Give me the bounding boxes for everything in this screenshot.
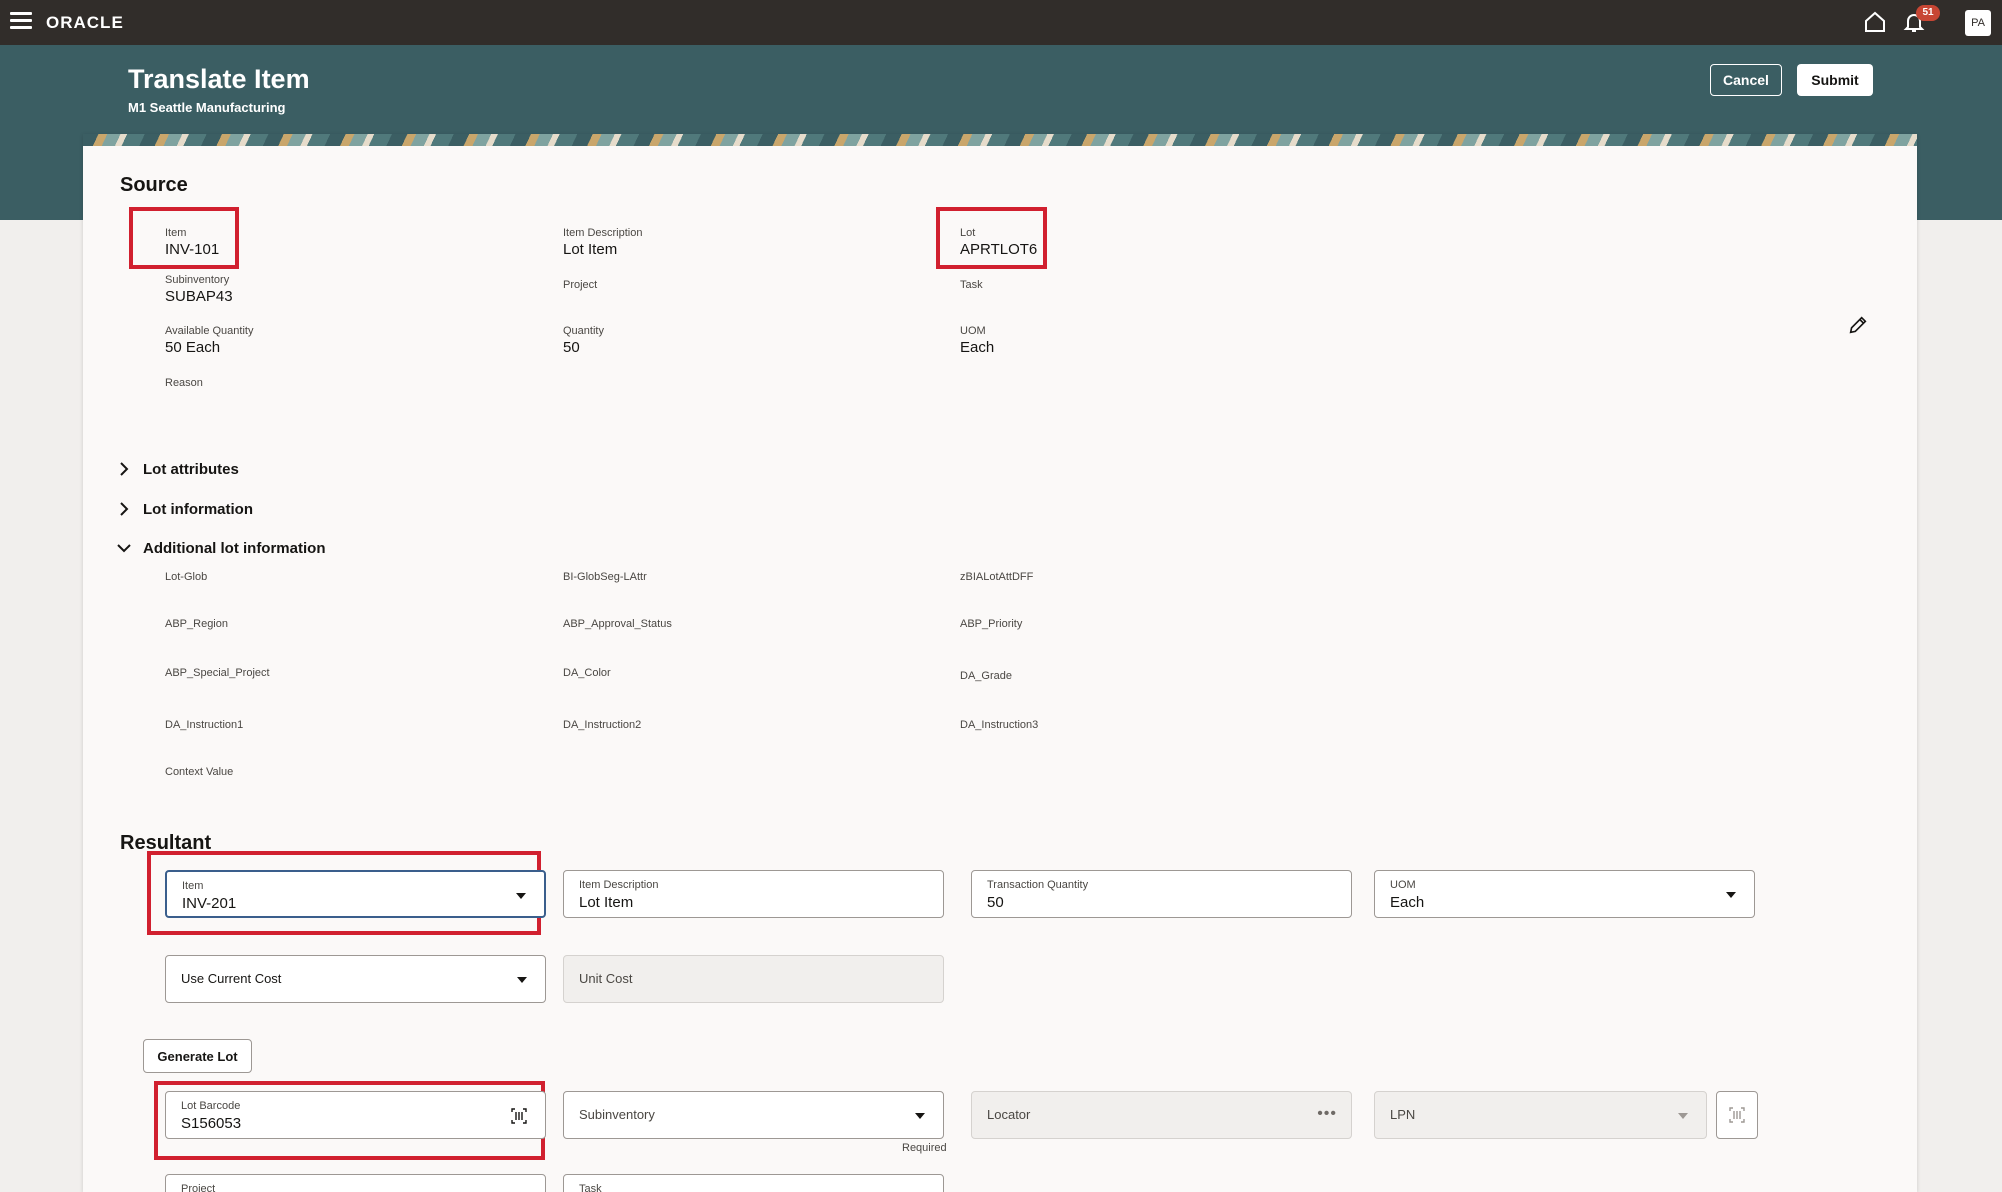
locator-field[interactable]: Locator •••	[971, 1091, 1352, 1139]
zbia-lot-att-label: zBIALotAttDFF	[960, 571, 1034, 583]
da-instruction3-label: DA_Instruction3	[960, 719, 1039, 731]
caret-down-icon[interactable]	[1726, 892, 1736, 898]
barcode-scan-icon	[1729, 1107, 1745, 1123]
source-lot-value: APRTLOT6	[960, 241, 1038, 258]
lot-barcode-field[interactable]: Lot Barcode S156053	[165, 1091, 546, 1139]
resultant-item-value: INV-201	[182, 895, 237, 912]
additional-lot-information-toggle[interactable]: Additional lot information	[115, 536, 325, 560]
unit-cost-field[interactable]: Unit Cost	[563, 955, 944, 1003]
cost-option-select[interactable]: Use Current Cost	[165, 955, 546, 1003]
resultant-item-description-label: Item Description	[579, 879, 659, 891]
source-lot-label: Lot	[960, 227, 976, 239]
resultant-uom-select[interactable]: UOM Each	[1374, 870, 1755, 918]
source-item-value: INV-101	[165, 241, 220, 258]
source-quantity-value: 50	[563, 339, 580, 356]
source-uom-label: UOM	[960, 325, 986, 337]
highlight-source-lot	[936, 207, 1047, 269]
resultant-uom-value: Each	[1390, 894, 1425, 911]
resultant-item-select[interactable]: Item INV-201	[165, 870, 546, 918]
lot-barcode-value: S156053	[181, 1115, 242, 1132]
source-item-description-value: Lot Item	[563, 241, 618, 258]
notification-badge[interactable]: 51	[1916, 5, 1940, 21]
source-reason-label: Reason	[165, 377, 203, 389]
resultant-item-label: Item	[182, 880, 204, 892]
resultant-item-description-field[interactable]: Item Description Lot Item	[563, 870, 944, 918]
source-available-quantity-value: 50 Each	[165, 339, 221, 356]
lpn-select[interactable]: LPN	[1374, 1091, 1707, 1139]
more-options-icon[interactable]: •••	[1317, 1105, 1337, 1123]
resultant-project-label: Project	[181, 1183, 216, 1192]
source-uom-value: Each	[960, 339, 995, 356]
home-icon[interactable]	[1863, 10, 1887, 34]
lpn-placeholder: LPN	[1390, 1107, 1416, 1122]
caret-down-icon[interactable]	[915, 1113, 925, 1119]
lot-information-toggle[interactable]: Lot information	[115, 497, 253, 521]
abp-special-project-label: ABP_Special_Project	[165, 667, 270, 679]
abp-region-label: ABP_Region	[165, 618, 228, 630]
lot-information-label: Lot information	[143, 500, 253, 518]
source-item-label: Item	[165, 227, 187, 239]
cost-option-value: Use Current Cost	[181, 971, 282, 986]
subinventory-required-note: Required	[902, 1142, 947, 1154]
da-grade-label: DA_Grade	[960, 670, 1012, 682]
lot-attributes-toggle[interactable]: Lot attributes	[115, 457, 239, 481]
locator-placeholder: Locator	[987, 1107, 1031, 1122]
source-item-description-label: Item Description	[563, 227, 643, 239]
source-available-quantity-label: Available Quantity	[165, 325, 254, 337]
source-subinventory-value: SUBAP43	[165, 288, 233, 305]
chevron-right-icon	[120, 462, 129, 476]
source-subinventory-label: Subinventory	[165, 274, 230, 286]
decorative-banner	[83, 134, 1917, 146]
transaction-quantity-value: 50	[987, 894, 1004, 911]
avatar[interactable]: PA	[1965, 10, 1991, 36]
content-card: Source Item INV-101 Item Description Lot…	[83, 134, 1917, 1192]
hamburger-menu-icon[interactable]	[10, 12, 32, 30]
top-bar: ORACLE 51 PA	[0, 0, 2002, 45]
source-quantity-label: Quantity	[563, 325, 604, 337]
pencil-edit-icon[interactable]	[1847, 314, 1869, 336]
chevron-down-icon	[117, 544, 131, 553]
subinventory-placeholder: Subinventory	[579, 1107, 655, 1122]
bi-globseg-label: BI-GlobSeg-LAttr	[563, 571, 647, 583]
caret-down-icon[interactable]	[517, 977, 527, 983]
page-subtitle: M1 Seattle Manufacturing	[128, 100, 286, 115]
caret-down-icon[interactable]	[1678, 1113, 1688, 1119]
resultant-task-field[interactable]: Task	[563, 1174, 944, 1192]
source-section-title: Source	[120, 174, 188, 196]
oracle-logo[interactable]: ORACLE	[46, 13, 124, 33]
da-instruction2-label: DA_Instruction2	[563, 719, 642, 731]
transaction-quantity-field[interactable]: Transaction Quantity 50	[971, 870, 1352, 918]
submit-button[interactable]: Submit	[1797, 64, 1873, 96]
generate-lot-button[interactable]: Generate Lot	[143, 1039, 252, 1073]
chevron-right-icon	[120, 502, 129, 516]
caret-down-icon[interactable]	[516, 893, 526, 899]
source-project-label: Project	[563, 279, 598, 291]
cancel-button[interactable]: Cancel	[1710, 64, 1782, 96]
source-task-label: Task	[960, 279, 983, 291]
context-value-label: Context Value	[165, 766, 234, 778]
unit-cost-placeholder: Unit Cost	[579, 971, 633, 986]
barcode-scan-icon[interactable]	[511, 1108, 527, 1124]
resultant-project-field[interactable]: Project	[165, 1174, 546, 1192]
lpn-scan-button[interactable]	[1716, 1091, 1758, 1139]
resultant-item-description-value: Lot Item	[579, 894, 634, 911]
da-color-label: DA_Color	[563, 667, 611, 679]
lot-barcode-label: Lot Barcode	[181, 1100, 241, 1112]
additional-lot-information-label: Additional lot information	[143, 539, 326, 557]
abp-priority-label: ABP_Priority	[960, 618, 1023, 630]
resultant-subinventory-select[interactable]: Subinventory	[563, 1091, 944, 1139]
abp-approval-status-label: ABP_Approval_Status	[563, 618, 672, 630]
resultant-task-label: Task	[579, 1183, 602, 1192]
lot-attributes-label: Lot attributes	[143, 460, 239, 478]
resultant-uom-label: UOM	[1390, 879, 1416, 891]
da-instruction1-label: DA_Instruction1	[165, 719, 244, 731]
transaction-quantity-label: Transaction Quantity	[987, 879, 1089, 891]
lot-glob-label: Lot-Glob	[165, 571, 208, 583]
page-title: Translate Item	[128, 64, 310, 94]
